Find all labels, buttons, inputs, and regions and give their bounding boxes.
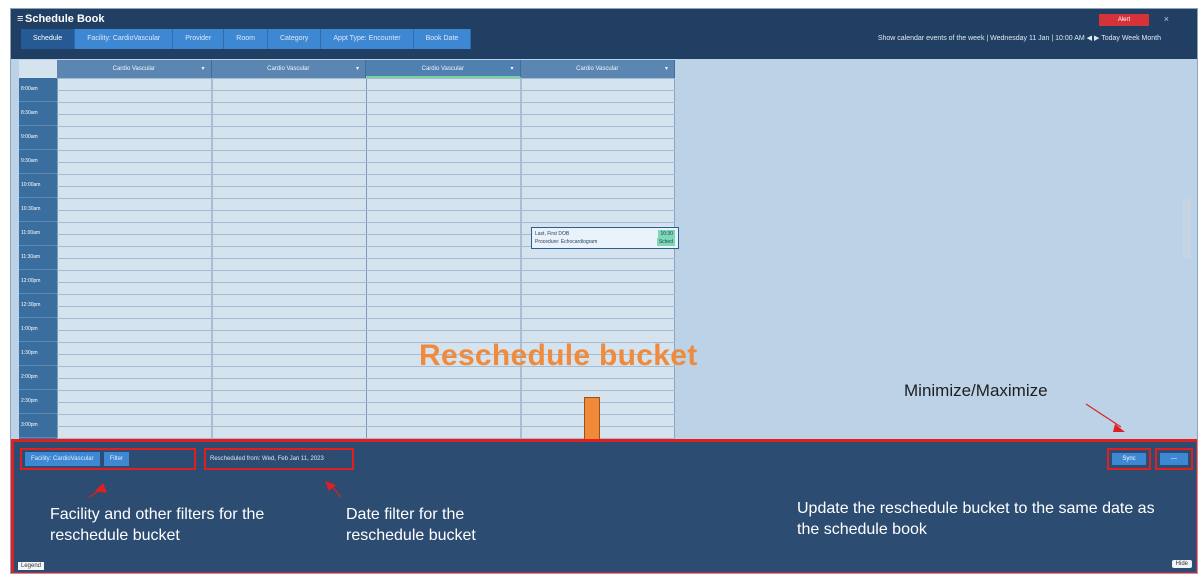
alert-button[interactable]: Alert <box>1099 14 1149 26</box>
annotation-date: Date filter for the reschedule bucket <box>346 506 476 544</box>
time-slot-grid[interactable] <box>57 78 675 440</box>
vertical-scrollbar[interactable] <box>1183 199 1191 259</box>
filter-button[interactable]: Filter <box>103 452 129 466</box>
time-label: 2:00pm <box>19 366 57 390</box>
minmax-box: — <box>1155 448 1193 470</box>
tab-room[interactable]: Room <box>224 29 268 49</box>
appointment-status: Sched <box>656 238 675 246</box>
filters-marker-icon <box>95 483 107 493</box>
annotation-title: Reschedule bucket <box>419 339 698 372</box>
time-label: 12:00pm <box>19 270 57 294</box>
time-label: 10:30am <box>19 198 57 222</box>
close-icon[interactable]: × <box>1164 14 1169 24</box>
time-label: 9:30am <box>19 150 57 174</box>
minmax-pointer-head <box>1113 424 1125 432</box>
time-label: 8:00am <box>19 78 57 102</box>
tab-provider[interactable]: Provider <box>173 29 225 49</box>
column-header-label: Cardio Vascular <box>576 66 619 72</box>
column-header-label: Cardio Vascular <box>112 66 155 72</box>
appointment-procedure: Procedure: Echocardiogram <box>535 239 598 245</box>
annotation-update: Update the reschedule bucket to the same… <box>797 500 1155 538</box>
appointment-patient: Last, First DOB <box>535 231 570 237</box>
filters-marker-line <box>88 488 103 498</box>
time-label: 11:00am <box>19 222 57 246</box>
tab-bar: Schedule Facility: CardioVascular Provider… <box>21 29 472 49</box>
column-header[interactable]: Cardio Vascular ▾ <box>211 60 366 78</box>
time-label: 1:00pm <box>19 318 57 342</box>
tab-schedule[interactable]: Schedule <box>21 29 76 49</box>
appointment-time: 10:30 <box>658 230 675 238</box>
update-bucket-box: Sync <box>1107 448 1151 470</box>
schedule-book-window: ≡ Schedule Book Alert × Schedule Facility… <box>10 8 1198 574</box>
minimize-maximize-button[interactable]: — <box>1160 453 1188 465</box>
chevron-down-icon[interactable]: ▾ <box>510 60 513 78</box>
hamburger-icon[interactable]: ≡ <box>17 13 23 25</box>
chevron-down-icon[interactable]: ▾ <box>201 60 204 78</box>
facility-filters: Facility: CardioVascular Filter <box>20 448 196 470</box>
update-bucket-button[interactable]: Sync <box>1112 453 1146 465</box>
tab-facility-cardiovascular[interactable]: Facility: CardioVascular <box>75 29 174 49</box>
column-header[interactable]: Cardio Vascular ▾ <box>57 60 212 78</box>
app-title: Schedule Book <box>25 13 105 25</box>
tab-appt-type-encounter[interactable]: Appt Type: Encounter <box>321 29 414 49</box>
time-label: 12:30pm <box>19 294 57 318</box>
column-headers: Cardio Vascular ▾ Cardio Vascular ▾ Cardio V… <box>57 60 675 78</box>
time-label: 9:00am <box>19 126 57 150</box>
tab-category[interactable]: Category <box>267 29 322 49</box>
appointment-card[interactable]: Last, First DOB 10:30 Procedure: Echocard… <box>531 227 679 249</box>
facility-filter-button[interactable]: Facility: CardioVascular <box>25 452 100 466</box>
hide-tag[interactable]: Hide <box>1171 560 1192 568</box>
time-label: 3:00pm <box>19 414 57 438</box>
annotation-filters: Facility and other filters for the resch… <box>50 506 265 544</box>
date-filter[interactable]: Rescheduled from: Wed, Feb Jan 11, 2023 <box>204 448 354 470</box>
column-header[interactable]: Cardio Vascular ▾ <box>520 60 675 78</box>
time-column: 8:00am 8:30am 9:00am 9:30am 10:00am 10:30am 11… <box>19 78 57 440</box>
schedule-calendar: Cardio Vascular ▾ Cardio Vascular ▾ Cardio V… <box>19 60 679 440</box>
column-header-label: Cardio Vascular <box>267 66 310 72</box>
minmax-pointer-line <box>1085 403 1122 428</box>
chevron-down-icon[interactable]: ▾ <box>356 60 359 78</box>
time-label: 10:00am <box>19 174 57 198</box>
column-header-label: Cardio Vascular <box>421 66 464 72</box>
time-label: 11:30am <box>19 246 57 270</box>
tab-book-date[interactable]: Book Date <box>413 29 472 49</box>
column-header[interactable]: Cardio Vascular ▾ <box>366 60 521 78</box>
legend-tag[interactable]: Legend <box>18 562 45 570</box>
time-label: 2:30pm <box>19 390 57 414</box>
date-marker-icon <box>325 481 336 491</box>
time-label: 8:30am <box>19 102 57 126</box>
date-navigation[interactable]: Show calendar events of the week | Wedne… <box>878 34 1161 42</box>
time-label: 1:30pm <box>19 342 57 366</box>
title-bar: ≡ Schedule Book Alert × Schedule Facility… <box>11 9 1197 59</box>
reschedule-bucket: Facility: CardioVascular Filter Reschedu… <box>11 439 1197 573</box>
chevron-down-icon[interactable]: ▾ <box>665 60 668 78</box>
annotation-minmax: Minimize/Maximize <box>904 381 1048 400</box>
date-marker-line <box>329 483 342 498</box>
